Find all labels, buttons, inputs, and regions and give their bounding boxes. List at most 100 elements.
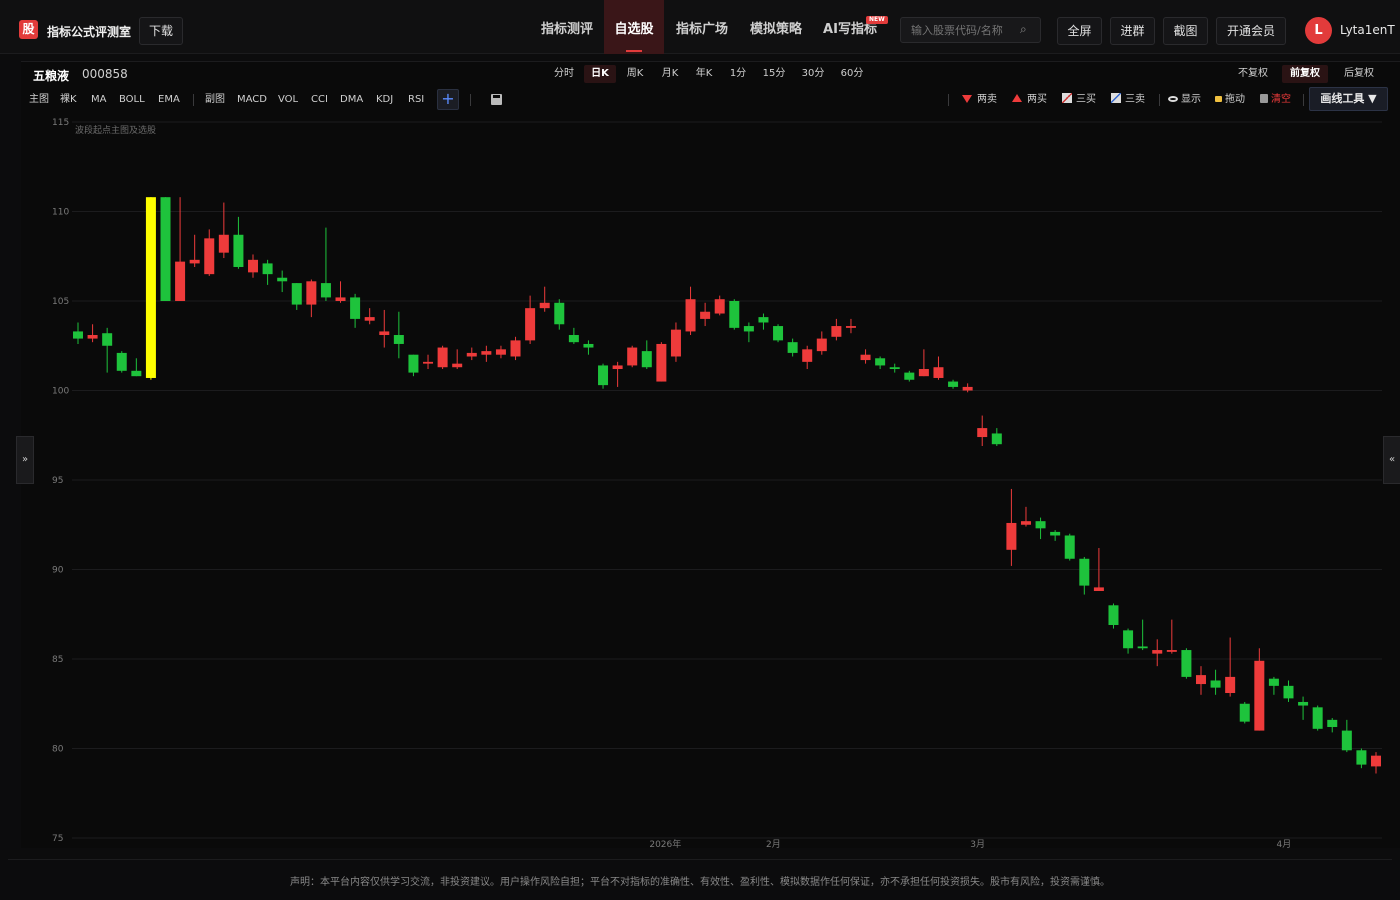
candle[interactable] — [1050, 530, 1061, 541]
candle[interactable] — [87, 324, 98, 343]
candle[interactable] — [1254, 648, 1265, 731]
show-toggle[interactable]: 显示 — [1168, 92, 1201, 108]
candle[interactable] — [1020, 506, 1031, 527]
candle[interactable] — [495, 345, 506, 359]
nav-simulated-strategy[interactable]: 模拟策略 — [740, 0, 812, 54]
add-indicator-button[interactable]: + — [437, 89, 459, 110]
candle[interactable] — [437, 345, 448, 370]
candle[interactable] — [73, 322, 83, 344]
candle[interactable] — [481, 345, 492, 362]
candle[interactable] — [204, 229, 215, 276]
indicator-ema[interactable]: EMA — [158, 92, 180, 108]
candle[interactable] — [991, 428, 1002, 446]
candle[interactable] — [583, 340, 594, 355]
candle[interactable] — [364, 308, 375, 325]
candle[interactable] — [904, 370, 915, 382]
candle[interactable] — [116, 351, 127, 373]
candle[interactable] — [641, 340, 652, 370]
candle[interactable] — [1079, 556, 1090, 595]
candle[interactable] — [452, 349, 463, 370]
candle[interactable] — [918, 349, 929, 377]
nav-watchlist[interactable]: 自选股 — [604, 0, 664, 54]
period-intraday[interactable]: 分时 — [549, 65, 579, 83]
candle[interactable] — [627, 345, 638, 368]
three-sell-tool[interactable]: 三卖 — [1111, 92, 1145, 108]
nav-ai-indicator[interactable]: AI写指标 — [812, 0, 888, 54]
candle[interactable] — [379, 309, 390, 348]
candle[interactable] — [233, 216, 244, 269]
candle[interactable] — [554, 299, 565, 330]
indicator-kdj[interactable]: KDJ — [376, 92, 393, 108]
candle[interactable] — [977, 415, 988, 446]
candle[interactable] — [277, 270, 288, 293]
candle[interactable] — [1123, 628, 1134, 654]
candle[interactable] — [1137, 619, 1148, 651]
candle[interactable] — [685, 286, 696, 336]
candle[interactable] — [262, 259, 273, 285]
adjust-none[interactable]: 不复权 — [1232, 65, 1274, 83]
membership-button[interactable]: 开通会员 — [1216, 17, 1286, 45]
candle[interactable] — [743, 322, 754, 343]
candle[interactable] — [393, 311, 404, 359]
candle[interactable] — [889, 363, 900, 373]
candle[interactable] — [145, 197, 156, 380]
candle[interactable] — [131, 358, 142, 377]
candle[interactable] — [1341, 719, 1352, 753]
period-yearly[interactable]: 年K — [689, 65, 719, 83]
indicator-macd[interactable]: MACD — [237, 92, 267, 108]
candle[interactable] — [1064, 533, 1075, 561]
period-1min[interactable]: 1分 — [724, 65, 752, 83]
expand-left-icon[interactable]: » — [16, 436, 34, 484]
candle[interactable] — [860, 349, 871, 364]
candle[interactable] — [568, 327, 579, 344]
search-icon[interactable]: ⌕ — [1020, 22, 1027, 37]
candle[interactable] — [335, 281, 346, 303]
username[interactable]: Lyta1enT — [1340, 23, 1395, 37]
candle[interactable] — [729, 299, 740, 330]
candle[interactable] — [1356, 748, 1367, 769]
indicator-rsi[interactable]: RSI — [408, 92, 424, 108]
nav-indicator-square[interactable]: 指标广场 — [664, 0, 740, 54]
candle[interactable] — [1268, 676, 1279, 695]
candle[interactable] — [466, 347, 477, 361]
candle[interactable] — [320, 227, 331, 301]
candle[interactable] — [423, 354, 434, 370]
candle[interactable] — [175, 197, 186, 301]
candle[interactable] — [948, 379, 959, 389]
candle[interactable] — [1108, 603, 1119, 629]
candle[interactable] — [1006, 488, 1017, 566]
indicator-ma[interactable]: MA — [91, 92, 106, 108]
candle[interactable] — [700, 302, 711, 327]
indicator-dma[interactable]: DMA — [340, 92, 363, 108]
brand-title[interactable]: 指标公式评测室 — [47, 23, 131, 40]
candle[interactable] — [816, 331, 827, 355]
candle[interactable] — [350, 293, 361, 328]
period-weekly[interactable]: 周K — [620, 65, 650, 83]
collapse-right-icon[interactable]: « — [1383, 436, 1400, 484]
candle[interactable] — [1298, 696, 1309, 720]
save-icon[interactable] — [491, 94, 502, 105]
candle[interactable] — [831, 318, 842, 341]
candle[interactable] — [758, 313, 769, 330]
candle[interactable] — [1327, 718, 1338, 733]
adjust-backward[interactable]: 后复权 — [1337, 65, 1381, 83]
candle[interactable] — [845, 318, 856, 334]
period-daily[interactable]: 日K — [584, 65, 616, 83]
screenshot-button[interactable]: 截图 — [1163, 17, 1208, 45]
candle[interactable] — [598, 363, 609, 389]
indicator-vol[interactable]: VOL — [278, 92, 298, 108]
candle[interactable] — [1312, 705, 1323, 731]
candle[interactable] — [773, 324, 784, 343]
drag-toggle[interactable]: 拖动 — [1215, 92, 1245, 108]
candle[interactable] — [539, 286, 550, 312]
candle[interactable] — [933, 356, 944, 380]
candle[interactable] — [1195, 666, 1206, 695]
fullscreen-button[interactable]: 全屏 — [1057, 17, 1102, 45]
nav-indicator-review[interactable]: 指标测评 — [530, 0, 604, 54]
indicator-sub[interactable]: 副图 — [205, 92, 225, 108]
candle[interactable] — [248, 254, 259, 278]
candle[interactable] — [408, 354, 419, 377]
join-group-button[interactable]: 进群 — [1110, 17, 1155, 45]
candle[interactable] — [1166, 619, 1177, 654]
candle[interactable] — [189, 234, 200, 267]
